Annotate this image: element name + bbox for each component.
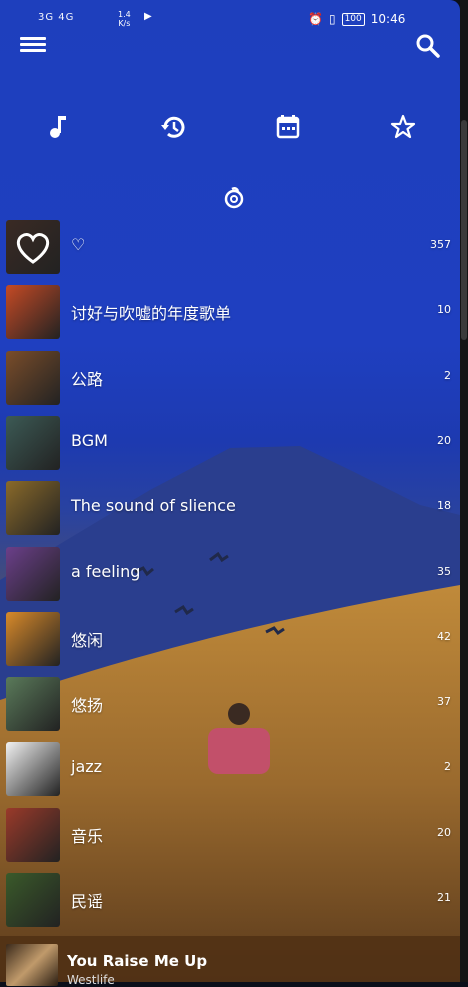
calendar-tab-button[interactable] [273, 112, 303, 142]
playlist-cover [6, 742, 60, 797]
playlist-count: 20 [437, 433, 451, 447]
playlist-title: 悠扬 [71, 696, 104, 716]
music-tab-button[interactable] [44, 112, 74, 142]
playlist-count: 10 [437, 303, 451, 317]
playlist-title: 公路 [71, 369, 104, 389]
playlist-title: ♡ [71, 235, 86, 254]
scrollbar[interactable] [461, 120, 467, 340]
playlist-cover [6, 285, 60, 340]
playlist-row[interactable]: 音乐 20 [0, 804, 460, 866]
playlist-cover [6, 546, 60, 601]
playlist-count: 2 [444, 368, 451, 382]
playlist-title: 讨好与吹嘘的年度歌单 [71, 304, 232, 324]
status-right: ⏰ ▯ 100 10:46 [308, 12, 405, 26]
playlist-count: 357 [430, 238, 451, 251]
playlist-title: jazz [71, 757, 103, 777]
now-playing-title: You Raise Me Up [67, 952, 208, 970]
heart-icon [16, 233, 50, 264]
playlist-row[interactable]: BGM 20 [0, 412, 460, 474]
clock: 10:46 [370, 12, 406, 26]
now-playing-cover [6, 944, 58, 986]
playlist-cover [6, 220, 60, 274]
playlist-title: BGM [71, 430, 108, 450]
playlist-row[interactable]: ♡ 357 [0, 216, 460, 278]
playlist-cover [6, 350, 60, 405]
playlist-count: 21 [437, 891, 451, 904]
signal-indicators: 3G 4G [38, 12, 75, 23]
playlist-title: 民谣 [71, 892, 104, 911]
playlist-count: 35 [437, 564, 451, 578]
playlist-cover [6, 611, 60, 666]
playlist-row[interactable]: The sound of slience 18 [0, 477, 460, 539]
vibrate-icon: ▯ [328, 12, 336, 26]
status-bar: 3G 4G 1.4 K/s ▶ ⏰ ▯ 100 10:46 [0, 0, 460, 36]
playlist-cover [6, 481, 60, 536]
battery-icon: 100 [341, 12, 365, 26]
playlist-row[interactable]: 民谣 21 [0, 869, 460, 931]
star-icon [390, 114, 416, 139]
calendar-icon [276, 115, 300, 139]
playlist-title: 悠闲 [71, 630, 104, 650]
history-tab-button[interactable] [158, 112, 188, 142]
net-speed: 1.4 K/s [118, 10, 131, 28]
playlist-cover [6, 677, 60, 732]
now-playing-bar[interactable]: You Raise Me Up Westlife [0, 936, 460, 987]
playlist-title: The sound of slience [71, 496, 236, 516]
menu-button[interactable] [20, 34, 46, 58]
playlist-count: 2 [444, 760, 451, 774]
search-icon [416, 34, 440, 58]
playlist-row[interactable]: 公路 2 [0, 347, 460, 409]
menu-icon [20, 37, 46, 40]
playlist-row[interactable]: 悠扬 37 [0, 673, 460, 735]
history-icon [161, 116, 185, 138]
favorites-tab-button[interactable] [388, 112, 418, 142]
playlist-row[interactable]: jazz 2 [0, 738, 460, 800]
playlist-title: 音乐 [71, 826, 104, 846]
alarm-icon: ⏰ [308, 12, 323, 26]
netease-logo-icon[interactable] [220, 184, 248, 212]
playlist-count: 18 [437, 499, 451, 513]
playlist-count: 42 [437, 629, 451, 643]
playlist-cover [6, 873, 60, 927]
play-indicator-icon: ▶ [144, 11, 152, 22]
playlist-cover [6, 807, 60, 862]
playlist-row[interactable]: a feeling 35 [0, 543, 460, 605]
now-playing-artist: Westlife [67, 973, 115, 987]
playlist-row[interactable]: 讨好与吹嘘的年度歌单 10 [0, 281, 460, 343]
playlist-cover [6, 415, 60, 470]
playlist-row[interactable]: 悠闲 42 [0, 608, 460, 670]
playlist-title: a feeling [71, 561, 141, 581]
playlist-count: 37 [437, 695, 451, 709]
playlist-count: 20 [437, 825, 451, 839]
music-note-icon [50, 116, 66, 138]
search-button[interactable] [414, 32, 442, 60]
